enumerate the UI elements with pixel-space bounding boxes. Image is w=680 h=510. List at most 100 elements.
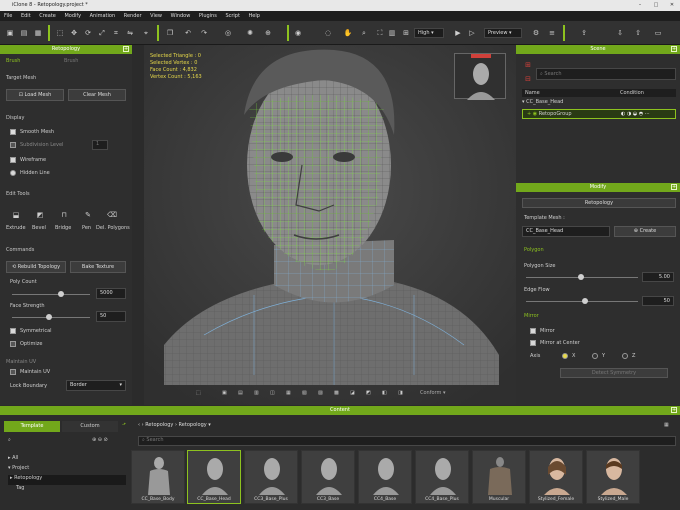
isolate-icon[interactable]: ◧ bbox=[382, 390, 387, 396]
view-icon[interactable]: ◉ bbox=[292, 27, 304, 39]
polygon-size-field[interactable]: 5.00 bbox=[642, 272, 674, 282]
detect-symmetry-button[interactable]: Detect Symmetry bbox=[560, 368, 668, 378]
timeline-icon[interactable]: ≡ bbox=[546, 27, 558, 39]
preview-select[interactable]: Preview ▾ bbox=[484, 28, 522, 38]
scene-row-retopo[interactable]: + ◉ RetopoGroup ◐ ◑ ◒ ◓ ··· bbox=[522, 109, 676, 119]
camera-icon[interactable]: ◎ bbox=[222, 27, 234, 39]
hidden-line-radio[interactable] bbox=[10, 170, 16, 176]
load-mesh-button[interactable]: ⊡ Load Mesh bbox=[6, 89, 64, 101]
face-strength-field[interactable]: 50 bbox=[96, 311, 126, 322]
undo-icon[interactable]: ↶ bbox=[182, 27, 194, 39]
mode-select[interactable]: Conform ▾ bbox=[420, 390, 446, 396]
menu-modify[interactable]: Modify bbox=[64, 13, 81, 19]
import-icon[interactable]: ⇩ bbox=[614, 27, 626, 39]
thumb-cc3-base-plus[interactable]: CC3_Base_Plus bbox=[244, 450, 298, 504]
pan-icon[interactable]: ✋ bbox=[342, 27, 354, 39]
mirror-center-checkbox[interactable] bbox=[530, 340, 536, 346]
col-name[interactable]: Name bbox=[525, 90, 540, 96]
float-icon[interactable]: + bbox=[671, 46, 677, 52]
bevel-icon[interactable]: ◩ bbox=[34, 209, 46, 221]
share-icon[interactable]: ⇧ bbox=[632, 27, 644, 39]
tab-brush-2[interactable]: Brush bbox=[64, 58, 78, 64]
pivot-icon[interactable]: ⌖ bbox=[140, 27, 152, 39]
float-icon[interactable]: + bbox=[671, 407, 677, 413]
lasso-icon[interactable]: ◫ bbox=[270, 390, 275, 396]
edge-flow-knob[interactable] bbox=[582, 298, 588, 304]
scene-row-head[interactable]: ▾ CC_Base_Head bbox=[522, 99, 676, 108]
menu-file[interactable]: File bbox=[4, 13, 12, 19]
content-search-input[interactable]: ⌕ Search bbox=[138, 436, 676, 446]
poly-count-field[interactable]: 5000 bbox=[96, 288, 126, 299]
axis-z-radio[interactable] bbox=[622, 353, 628, 359]
video-icon[interactable]: ▷ bbox=[466, 27, 478, 39]
light-icon[interactable]: ✺ bbox=[244, 27, 256, 39]
redo-icon[interactable]: ↷ bbox=[198, 27, 210, 39]
menu-edit[interactable]: Edit bbox=[21, 13, 31, 19]
transform-icon[interactable]: ⬚ bbox=[196, 390, 201, 396]
rect-select-icon[interactable]: ▦ bbox=[286, 390, 291, 396]
quality-select[interactable]: High ▾ bbox=[414, 28, 444, 38]
folder-icon[interactable]: ⬏ bbox=[122, 422, 126, 428]
menu-help[interactable]: Help bbox=[249, 13, 260, 19]
edge-flow-field[interactable]: 50 bbox=[642, 296, 674, 306]
mirror-icon[interactable]: ⇋ bbox=[124, 27, 136, 39]
layout-icon[interactable]: ⊞ bbox=[400, 27, 412, 39]
condition-icons[interactable]: ◐ ◑ ◒ ◓ ··· bbox=[621, 110, 650, 118]
subdivision-checkbox[interactable] bbox=[10, 142, 16, 148]
open-icon[interactable]: ▤ bbox=[18, 27, 30, 39]
tree-project[interactable]: ▾ Project bbox=[8, 465, 126, 475]
view-toggle-icon[interactable]: ▦ bbox=[664, 422, 669, 428]
bridge-button[interactable]: Bridge bbox=[55, 225, 71, 231]
maximize-icon[interactable]: □ bbox=[648, 0, 664, 11]
fit-icon[interactable]: ⛶ bbox=[374, 27, 386, 39]
menu-view[interactable]: View bbox=[150, 13, 162, 19]
clear-mesh-button[interactable]: Clear Mesh bbox=[68, 89, 126, 101]
float-icon[interactable]: + bbox=[123, 46, 129, 52]
select-edge-icon[interactable]: ▤ bbox=[238, 390, 243, 396]
rebuild-topology-button[interactable]: ⟲ Rebuild Topology bbox=[6, 261, 66, 273]
tab-template[interactable]: Template bbox=[4, 421, 60, 432]
bevel-button[interactable]: Bevel bbox=[32, 225, 46, 231]
tree-retopology[interactable]: ▸ Retopology bbox=[8, 475, 126, 485]
optimize-checkbox[interactable] bbox=[10, 341, 16, 347]
menu-animation[interactable]: Animation bbox=[90, 13, 116, 19]
delete-polygons-button[interactable]: Del. Polygons bbox=[96, 225, 130, 231]
polygon-size-knob[interactable] bbox=[578, 274, 584, 280]
hide-icon[interactable]: ◨ bbox=[398, 390, 403, 396]
settings-icon[interactable]: ⚙ bbox=[530, 27, 542, 39]
grow-icon[interactable]: ▧ bbox=[302, 390, 307, 396]
invert-icon[interactable]: ◩ bbox=[366, 390, 371, 396]
polygon-size-slider[interactable] bbox=[526, 274, 638, 280]
face-strength-slider[interactable] bbox=[12, 314, 90, 320]
col-condition[interactable]: Condition bbox=[620, 90, 644, 96]
select-face-icon[interactable]: ▣ bbox=[222, 390, 227, 396]
axis-y-radio[interactable] bbox=[592, 353, 598, 359]
panel-icon[interactable]: ▭ bbox=[652, 27, 664, 39]
template-mesh-field[interactable]: CC_Base_Head bbox=[522, 226, 610, 237]
axis-x-radio[interactable] bbox=[562, 353, 568, 359]
bridge-icon[interactable]: ⊓ bbox=[58, 209, 70, 221]
breadcrumb-2[interactable]: Retopology bbox=[179, 422, 207, 428]
viewport-3d[interactable]: Selected Triangle : 0 Selected Vertex : … bbox=[144, 45, 516, 405]
tree-tag[interactable]: Tag bbox=[8, 485, 126, 495]
render-icon[interactable]: ▶ bbox=[452, 27, 464, 39]
poly-count-knob[interactable] bbox=[58, 291, 64, 297]
rotate-icon[interactable]: ⟳ bbox=[82, 27, 94, 39]
scene-sort-icon[interactable]: ⊟ bbox=[522, 73, 534, 85]
wireframe-checkbox[interactable] bbox=[10, 157, 16, 163]
close-icon[interactable]: ✕ bbox=[664, 0, 680, 11]
pen-button[interactable]: Pen bbox=[82, 225, 91, 231]
thumb-cc3-base[interactable]: CC3_Base bbox=[301, 450, 355, 504]
zoom-icon[interactable]: ⌕ bbox=[358, 27, 370, 39]
snap-icon[interactable]: ⌗ bbox=[110, 27, 122, 39]
search-icon[interactable]: ⌕ bbox=[8, 437, 11, 443]
select-vertex-icon[interactable]: ▥ bbox=[254, 390, 259, 396]
extrude-button[interactable]: Extrude bbox=[6, 225, 26, 231]
menu-window[interactable]: Window bbox=[171, 13, 191, 19]
thumb-muscular[interactable]: Muscular bbox=[472, 450, 526, 504]
smooth-mesh-checkbox[interactable] bbox=[10, 129, 16, 135]
export-icon[interactable]: ⇪ bbox=[578, 27, 590, 39]
thumb-stylized-male[interactable]: Stylized_Male bbox=[586, 450, 640, 504]
mirror-checkbox[interactable] bbox=[530, 328, 536, 334]
thumb-cc-base-body[interactable]: CC_Base_Body bbox=[131, 450, 185, 504]
